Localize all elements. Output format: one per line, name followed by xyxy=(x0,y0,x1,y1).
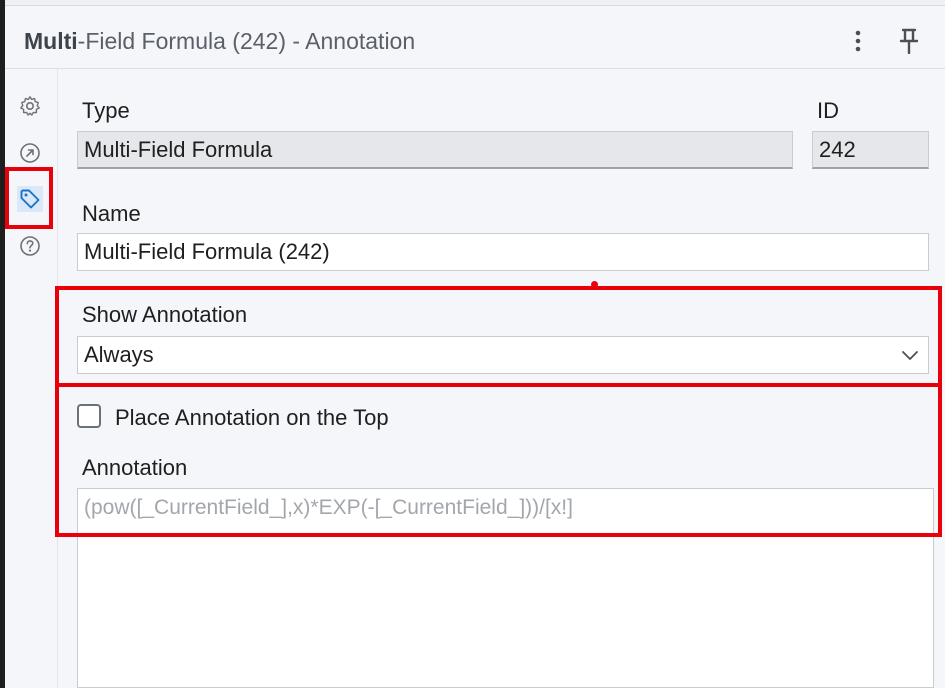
more-options-button[interactable] xyxy=(843,24,873,58)
type-label: Type xyxy=(82,98,130,123)
gear-icon xyxy=(20,96,40,116)
place-top-label[interactable]: Place Annotation on the Top xyxy=(115,405,389,431)
chevron-down-icon xyxy=(902,351,918,360)
pin-icon xyxy=(899,28,919,54)
pin-button[interactable] xyxy=(894,24,924,58)
panel-title-rest: -Field Formula (242) - Annotation xyxy=(77,28,416,54)
panel-title-bold: Multi xyxy=(24,28,78,54)
show-annotation-label: Show Annotation xyxy=(82,302,248,327)
connection-icon xyxy=(20,143,40,163)
help-icon xyxy=(20,236,40,256)
annotation-placeholder: (pow([_CurrentField_],x)*EXP(-[_CurrentF… xyxy=(84,496,573,519)
configuration-tab[interactable] xyxy=(17,93,43,119)
id-field: 242 xyxy=(812,131,929,169)
annotation-marker-dot xyxy=(591,281,598,288)
type-field: Multi-Field Formula xyxy=(77,131,793,169)
name-input[interactable]: Multi-Field Formula (242) xyxy=(77,233,929,271)
annotation-tab[interactable] xyxy=(17,186,43,212)
annotation-panel: Multi-Field Formula (242) - Annotation T… xyxy=(5,0,945,688)
connection-tab[interactable] xyxy=(17,140,43,166)
name-label: Name xyxy=(82,201,141,226)
help-tab[interactable] xyxy=(17,233,43,259)
rail-divider xyxy=(57,69,58,688)
id-label: ID xyxy=(817,98,839,123)
panel-header: Multi-Field Formula (242) - Annotation xyxy=(5,6,945,69)
kebab-menu-icon xyxy=(855,30,861,52)
show-annotation-select[interactable]: Always xyxy=(77,336,929,374)
panel-title: Multi-Field Formula (242) - Annotation xyxy=(24,28,415,55)
place-top-checkbox[interactable] xyxy=(77,404,101,428)
annotation-textarea[interactable]: (pow([_CurrentField_],x)*EXP(-[_CurrentF… xyxy=(77,488,934,688)
show-annotation-value: Always xyxy=(84,342,154,367)
tag-icon xyxy=(20,189,40,209)
annotation-label: Annotation xyxy=(82,455,188,480)
side-rail xyxy=(5,69,57,688)
